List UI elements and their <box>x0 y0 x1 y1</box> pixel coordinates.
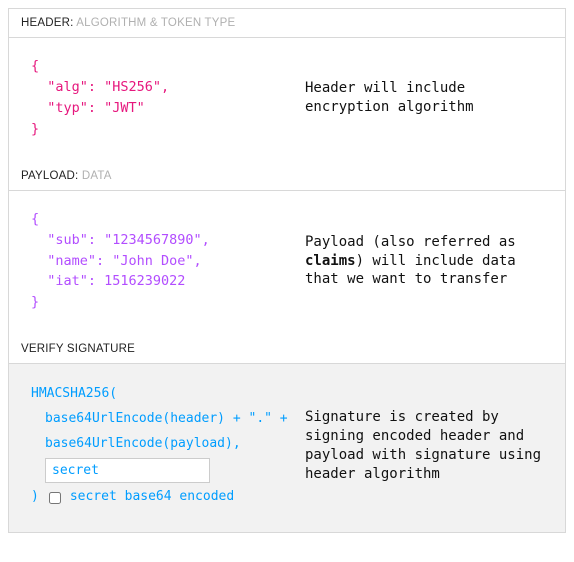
payload-title-strong: PAYLOAD: <box>21 170 78 182</box>
payload-annotation: Payload (also referred as claims) will i… <box>291 233 551 290</box>
secret-input[interactable] <box>45 458 210 483</box>
payload-section-title: PAYLOAD: DATA <box>9 162 565 191</box>
sig-line1: HMACSHA256( <box>31 386 117 401</box>
sig-line3: base64UrlEncode(payload), <box>31 432 291 457</box>
header-note-line2: encryption algorithm <box>305 99 474 115</box>
payload-note-bold: claims <box>305 253 356 269</box>
header-title-weak: ALGORITHM & TOKEN TYPE <box>76 17 235 29</box>
header-section-title: HEADER: ALGORITHM & TOKEN TYPE <box>9 9 565 38</box>
sig-close-paren: ) <box>31 485 39 510</box>
header-title-strong: HEADER: <box>21 17 74 29</box>
header-note-line1: Header will include <box>305 80 465 96</box>
jwt-decoder-panel: HEADER: ALGORITHM & TOKEN TYPE { "alg": … <box>8 8 566 533</box>
secret-base64-label[interactable]: secret base64 encoded <box>70 485 234 510</box>
header-section-body: { "alg": "HS256", "typ": "JWT" } Header … <box>9 38 565 162</box>
payload-json-code[interactable]: { "sub": "1234567890", "name": "John Doe… <box>31 209 291 314</box>
sig-line2: base64UrlEncode(header) + "." + <box>31 407 291 432</box>
payload-title-weak: DATA <box>82 170 112 182</box>
payload-note-pre: Payload (also referred as <box>305 234 516 250</box>
secret-base64-checkbox[interactable] <box>49 492 61 504</box>
header-json-code[interactable]: { "alg": "HS256", "typ": "JWT" } <box>31 56 291 140</box>
signature-title-strong: VERIFY SIGNATURE <box>21 343 135 355</box>
header-annotation: Header will include encryption algorithm <box>291 79 551 117</box>
signature-code: HMACSHA256( base64UrlEncode(header) + ".… <box>31 382 291 510</box>
signature-section-title: VERIFY SIGNATURE <box>9 335 565 364</box>
signature-section-body: HMACSHA256( base64UrlEncode(header) + ".… <box>9 364 565 532</box>
signature-annotation: Signature is created by signing encoded … <box>291 408 551 484</box>
payload-section-body: { "sub": "1234567890", "name": "John Doe… <box>9 191 565 336</box>
